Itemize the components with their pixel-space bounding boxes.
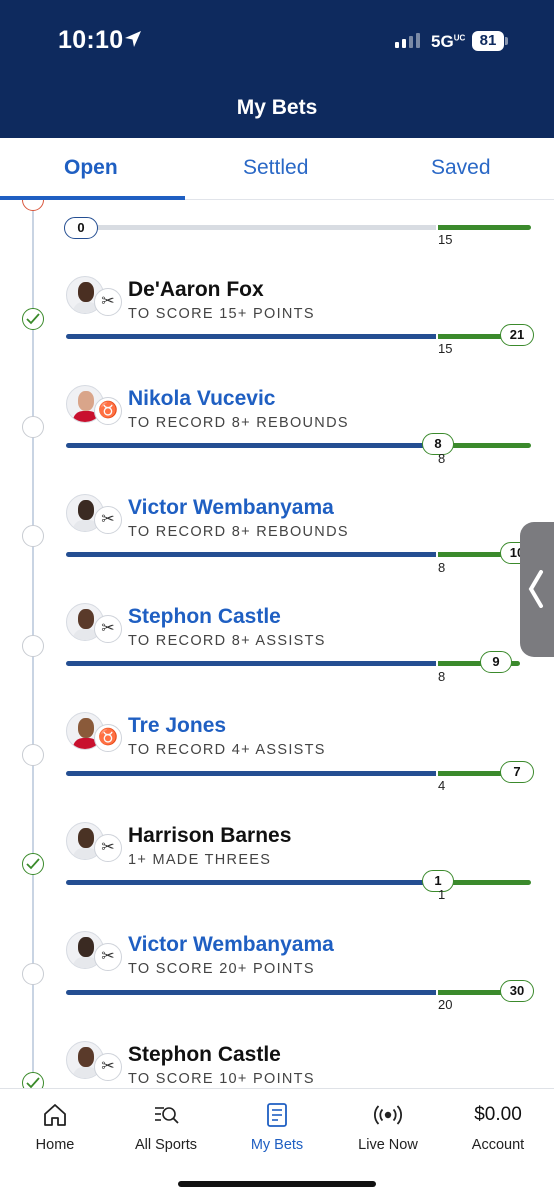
spurs-logo-icon: ✂ — [94, 288, 122, 316]
player-name[interactable]: Stephon Castle — [128, 605, 281, 629]
bulls-logo-icon: ♉ — [94, 724, 122, 752]
network-type: 5GUC — [431, 32, 466, 51]
tab-open[interactable]: Open — [64, 156, 118, 180]
target-label: 8 — [438, 669, 446, 684]
status-node-open — [22, 744, 44, 766]
current-value-bubble: 21 — [500, 324, 534, 346]
target-label: 20 — [438, 997, 453, 1012]
nav-label: Home — [35, 1137, 75, 1153]
status-node-open — [22, 635, 44, 657]
search-sports-icon — [155, 1107, 179, 1124]
bet-description: TO RECORD 8+ ASSISTS — [128, 633, 326, 649]
target-label: 4 — [438, 778, 446, 793]
player-name: Harrison Barnes — [128, 824, 292, 847]
status-node-check — [22, 853, 44, 875]
location-arrow-icon — [125, 31, 141, 47]
home-icon — [44, 1104, 66, 1126]
battery-indicator: 81 — [472, 31, 504, 51]
spurs-logo-icon: ✂ — [94, 943, 122, 971]
bet-slip-icon — [267, 1103, 287, 1127]
progress-bar-fill — [66, 990, 436, 995]
cellular-signal-icon — [395, 33, 420, 48]
battery-tip — [505, 37, 508, 45]
spurs-logo-icon: ✂ — [94, 506, 122, 534]
current-value-bubble: 9 — [480, 651, 512, 673]
player-avatar: ♉ — [66, 712, 124, 752]
live-broadcast-icon — [374, 1105, 402, 1125]
player-name[interactable]: Tre Jones — [128, 714, 226, 738]
player-avatar: ✂ — [66, 1041, 124, 1081]
progress-bar-track — [66, 225, 436, 230]
nav-live-now[interactable]: Live Now — [333, 1089, 443, 1169]
status-node-check — [22, 308, 44, 330]
target-label: 8 — [438, 451, 446, 466]
nav-my-bets[interactable]: My Bets — [222, 1089, 332, 1169]
spurs-logo-icon: ✂ — [94, 615, 122, 643]
spurs-logo-icon: ✂ — [94, 1053, 122, 1081]
account-balance: $0.00 — [474, 1104, 522, 1125]
bet-description: TO SCORE 10+ POINTS — [128, 1071, 315, 1087]
status-node-open — [22, 963, 44, 985]
player-avatar: ✂ — [66, 931, 124, 971]
nav-label: Live Now — [358, 1137, 418, 1153]
nav-label: All Sports — [134, 1137, 198, 1153]
progress-bar-fill — [66, 661, 436, 666]
bet-description: TO RECORD 8+ REBOUNDS — [128, 524, 349, 540]
player-avatar: ✂ — [66, 276, 124, 316]
tab-saved[interactable]: Saved — [431, 156, 491, 180]
top-bar: 10:10 5GUC 81 My Bets — [0, 0, 554, 138]
progress-bar-fill — [66, 552, 436, 557]
progress-bar-fill — [66, 880, 436, 885]
player-avatar: ♉ — [66, 385, 124, 425]
player-name: De'Aaron Fox — [128, 278, 264, 301]
bet-description: TO RECORD 4+ ASSISTS — [128, 742, 326, 758]
spurs-logo-icon: ✂ — [94, 834, 122, 862]
player-avatar: ✂ — [66, 822, 124, 862]
target-label: 1 — [438, 887, 446, 902]
target-label: 8 — [438, 560, 446, 575]
home-indicator[interactable] — [178, 1181, 376, 1187]
player-avatar: ✂ — [66, 494, 124, 534]
bulls-logo-icon: ♉ — [94, 397, 122, 425]
checkmark-icon — [26, 1077, 40, 1088]
progress-bar-target — [438, 225, 531, 230]
player-name: Stephon Castle — [128, 1043, 281, 1066]
status-node-open — [22, 525, 44, 547]
status-time: 10:10 — [58, 26, 124, 54]
nav-label: Account — [471, 1137, 525, 1153]
bets-tab-bar: Open Settled Saved — [0, 138, 554, 200]
nav-label: My Bets — [250, 1137, 304, 1153]
bet-description: TO SCORE 15+ POINTS — [128, 306, 315, 322]
player-name[interactable]: Nikola Vucevic — [128, 387, 275, 411]
bet-description: TO SCORE 20+ POINTS — [128, 961, 315, 977]
progress-bar-fill — [66, 443, 436, 448]
nav-account[interactable]: $0.00 Account — [443, 1089, 553, 1169]
bet-legs-list[interactable]: 0 15 ✂ De'Aaron Fox TO SCORE 15+ POINTS … — [0, 200, 554, 1088]
player-avatar: ✂ — [66, 603, 124, 643]
status-node-check — [22, 1072, 44, 1088]
player-name[interactable]: Victor Wembanyama — [128, 496, 334, 520]
nav-home[interactable]: Home — [0, 1089, 110, 1169]
progress-bar-fill — [66, 334, 436, 339]
current-value-bubble: 0 — [64, 217, 98, 239]
nav-all-sports[interactable]: All Sports — [111, 1089, 221, 1169]
progress-bar-fill — [66, 771, 436, 776]
target-label: 15 — [438, 341, 453, 356]
current-value-bubble: 7 — [500, 761, 534, 783]
chevron-left-icon — [528, 570, 543, 608]
bet-description: 1+ MADE THREES — [128, 852, 272, 868]
bet-description: TO RECORD 8+ REBOUNDS — [128, 415, 349, 431]
status-node-warning — [22, 200, 44, 211]
checkmark-icon — [26, 858, 40, 870]
status-node-open — [22, 416, 44, 438]
tab-settled[interactable]: Settled — [243, 156, 308, 180]
side-drawer-handle[interactable] — [520, 522, 554, 657]
checkmark-icon — [26, 313, 40, 325]
player-name[interactable]: Victor Wembanyama — [128, 933, 334, 957]
target-label: 15 — [438, 232, 453, 247]
page-title: My Bets — [236, 96, 318, 119]
current-value-bubble: 30 — [500, 980, 534, 1002]
